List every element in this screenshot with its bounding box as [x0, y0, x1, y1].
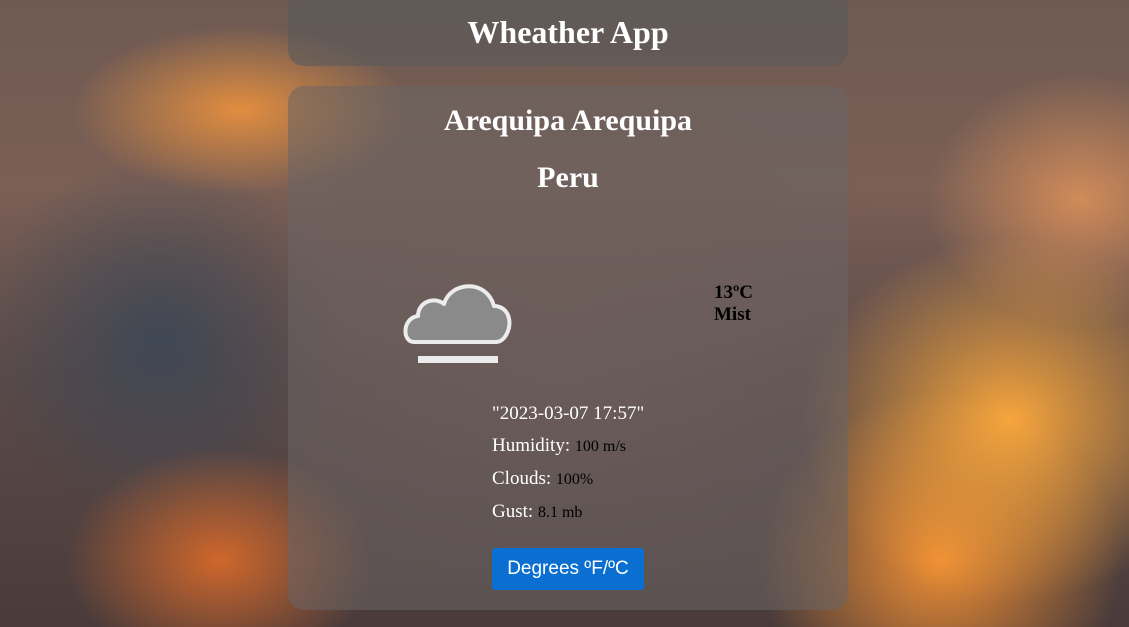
clouds-row: Clouds: 100% [492, 463, 644, 496]
clouds-label: Clouds: [492, 468, 552, 489]
condition-text: Mist [714, 304, 751, 325]
gust-row: Gust: 8.1 mb [492, 496, 644, 529]
weather-card: Arequipa Arequipa Peru 13ºC Mist "2023-0… [288, 86, 848, 610]
gust-label: Gust: [492, 501, 534, 522]
weather-details: "2023-03-07 17:57" Humidity: 100 m/s Clo… [492, 398, 644, 529]
humidity-row: Humidity: 100 m/s [492, 430, 644, 463]
temperature-block: 13ºC Mist [714, 282, 753, 326]
toggle-units-button[interactable]: Degrees ºF/ºC [492, 548, 644, 590]
clouds-value: 100% [555, 471, 594, 488]
header-card: Wheather App [288, 0, 848, 66]
app-title: Wheather App [467, 13, 669, 50]
temperature-value: 13ºC [714, 282, 753, 303]
city-name: Arequipa Arequipa [443, 104, 693, 137]
country-name: Peru [537, 161, 599, 194]
humidity-value: 100 m/s [574, 438, 626, 455]
datetime-text: "2023-03-07 17:57" [492, 403, 645, 424]
fog-cloud-icon [400, 262, 516, 366]
humidity-label: Humidity: [492, 435, 571, 456]
gust-value: 8.1 mb [537, 504, 583, 521]
